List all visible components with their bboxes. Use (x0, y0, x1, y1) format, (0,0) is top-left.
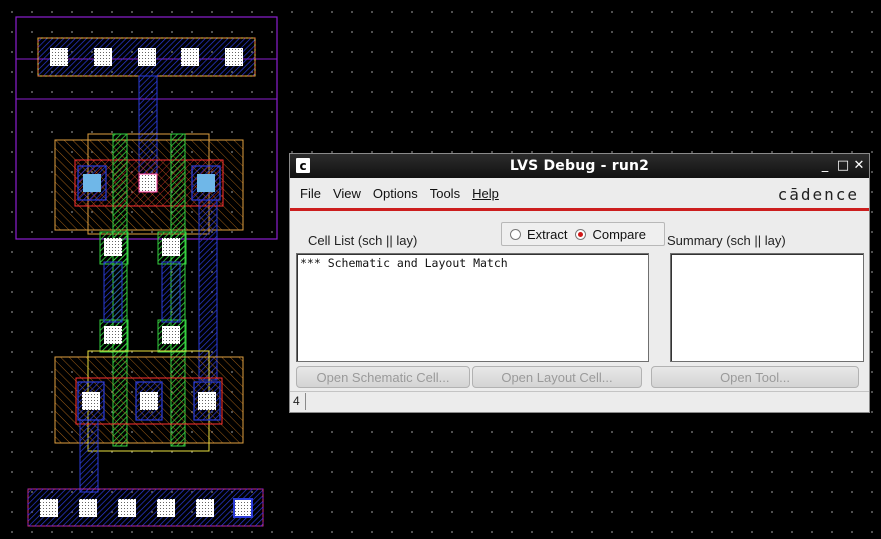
open-layout-cell-button[interactable]: Open Layout Cell... (472, 366, 642, 388)
open-tool-button[interactable]: Open Tool... (651, 366, 859, 388)
cadence-logo: cādence (777, 185, 859, 204)
menu-file[interactable]: File (294, 186, 327, 201)
close-icon[interactable]: ✕ (851, 158, 867, 174)
menu-tools[interactable]: Tools (424, 186, 466, 201)
cell-list-box[interactable]: *** Schematic and Layout Match (296, 253, 649, 362)
vdd-rail (37, 37, 256, 77)
cell-list-label: Cell List (sch || lay) (308, 233, 418, 248)
lvs-debug-dialog: c LVS Debug - run2 _ □ ✕ File View Optio… (289, 153, 870, 413)
summary-list-box[interactable] (670, 253, 864, 362)
cadence-app-icon[interactable]: c (296, 158, 310, 173)
brand-divider (290, 208, 869, 211)
radio-extract[interactable]: Extract (510, 227, 567, 242)
gnd-rail (27, 488, 264, 527)
mode-radio-group: Extract Compare (501, 222, 665, 246)
menu-bar: File View Options Tools Help cādence (290, 178, 869, 208)
radio-extract-label: Extract (527, 226, 568, 242)
status-bar: 4 (290, 391, 869, 412)
menu-help[interactable]: Help (466, 186, 505, 201)
radio-extract-indicator[interactable] (510, 228, 521, 240)
cell-list-row[interactable]: *** Schematic and Layout Match (297, 254, 648, 272)
maximize-icon[interactable]: □ (835, 158, 851, 174)
open-schematic-cell-button[interactable]: Open Schematic Cell... (296, 366, 470, 388)
status-separator (305, 393, 306, 410)
window-title: LVS Debug - run2 (509, 158, 650, 174)
menu-view[interactable]: View (327, 186, 367, 201)
title-bar[interactable]: c LVS Debug - run2 _ □ ✕ (290, 154, 869, 178)
menu-options[interactable]: Options (367, 186, 424, 201)
radio-compare-label: Compare (592, 226, 646, 242)
radio-compare[interactable]: Compare (575, 226, 646, 242)
status-count: 4 (293, 394, 300, 408)
radio-compare-indicator[interactable] (575, 228, 587, 240)
summary-label: Summary (sch || lay) (667, 233, 786, 248)
minimize-icon[interactable]: _ (817, 158, 833, 174)
